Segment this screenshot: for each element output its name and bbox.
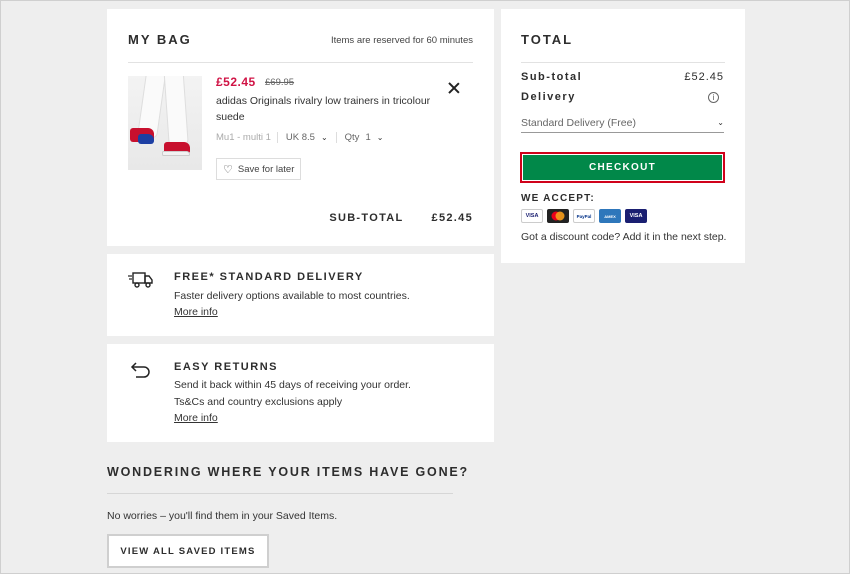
qty-label: Qty (344, 132, 360, 143)
delivery-info-card: FREE* STANDARD DELIVERY Faster delivery … (107, 254, 494, 336)
returns-terms: Ts&Cs and country exclusions apply (174, 396, 343, 408)
bag-subtotal-value: £52.45 (431, 212, 473, 224)
payment-methods: VISA PayPal AMEX VISA (521, 209, 647, 223)
chevron-down-icon: ⌄ (320, 133, 328, 142)
return-arrow-icon (130, 362, 150, 378)
size-value: UK 8.5 (285, 132, 315, 143)
heart-icon: ♡ (223, 163, 233, 176)
delivery-text: Faster delivery options available to mos… (174, 290, 410, 302)
subtotal-value: £52.45 (684, 71, 724, 83)
product-image-leg (163, 76, 189, 147)
product-image[interactable] (128, 76, 202, 170)
current-price: £52.45 (216, 75, 256, 89)
returns-more-info-link[interactable]: More info (174, 410, 218, 427)
remove-item-button[interactable] (446, 80, 462, 96)
returns-text: Send it back within 45 days of receiving… (174, 379, 411, 391)
product-name[interactable]: adidas Originals rivalry low trainers in… (216, 93, 431, 125)
product-image-shoe (138, 134, 154, 144)
chevron-down-icon: ⌄ (717, 118, 724, 127)
reserve-note: Items are reserved for 60 minutes (330, 35, 473, 46)
mastercard-icon (547, 209, 569, 223)
delivery-option-value: Standard Delivery (Free) (521, 116, 636, 129)
saved-items-heading: WONDERING WHERE YOUR ITEMS HAVE GONE? (107, 465, 469, 479)
divider (107, 493, 453, 494)
total-card: TOTAL Sub-total £52.45 Delivery i Standa… (501, 9, 745, 263)
bag-subtotal: SUB-TOTAL £52.45 (329, 212, 473, 224)
visa-icon: VISA (521, 209, 543, 223)
delivery-option-select[interactable]: Standard Delivery (Free) ⌄ (521, 113, 724, 133)
color-label: Mu1 - multi 1 (216, 132, 278, 143)
mastercard-logo (551, 211, 565, 221)
my-bag-title: MY BAG (128, 32, 192, 47)
checkout-focus-ring: CHECKOUT (520, 152, 725, 183)
delivery-truck-icon (128, 272, 153, 288)
returns-title: EASY RETURNS (174, 361, 278, 373)
save-for-later-button[interactable]: ♡ Save for later (216, 158, 301, 180)
visa-electron-icon: VISA (625, 209, 647, 223)
returns-info-card: EASY RETURNS Send it back within 45 days… (107, 344, 494, 442)
saved-items-text: No worries – you'll find them in your Sa… (107, 510, 338, 522)
divider (128, 62, 473, 63)
delivery-title: FREE* STANDARD DELIVERY (174, 271, 364, 283)
delivery-more-info-link[interactable]: More info (174, 304, 218, 321)
chevron-down-icon: ⌄ (376, 133, 384, 142)
original-price: £69.95 (265, 77, 295, 88)
subtotal-label: Sub-total (521, 71, 583, 83)
item-options: Mu1 - multi 1 UK 8.5 ⌄ Qty 1 ⌄ (216, 132, 391, 143)
discount-text: Got a discount code? Add it in the next … (521, 231, 727, 243)
divider (521, 62, 725, 63)
info-icon[interactable]: i (708, 92, 719, 103)
amex-icon: AMEX (599, 209, 621, 223)
save-for-later-label: Save for later (237, 163, 295, 175)
qty-value: 1 (365, 132, 371, 143)
total-title: TOTAL (521, 32, 574, 47)
product-image-sole (162, 151, 190, 156)
size-select[interactable]: UK 8.5 ⌄ (278, 132, 337, 143)
delivery-label: Delivery (521, 91, 576, 103)
my-bag-card: MY BAG Items are reserved for 60 minutes… (107, 9, 494, 246)
bag-subtotal-label: SUB-TOTAL (329, 212, 404, 224)
qty-select[interactable]: Qty 1 ⌄ (337, 132, 392, 143)
paypal-icon: PayPal (573, 209, 595, 223)
checkout-button[interactable]: CHECKOUT (523, 155, 722, 180)
we-accept-label: WE ACCEPT: (521, 193, 595, 204)
view-saved-items-button[interactable]: VIEW ALL SAVED ITEMS (107, 534, 269, 568)
